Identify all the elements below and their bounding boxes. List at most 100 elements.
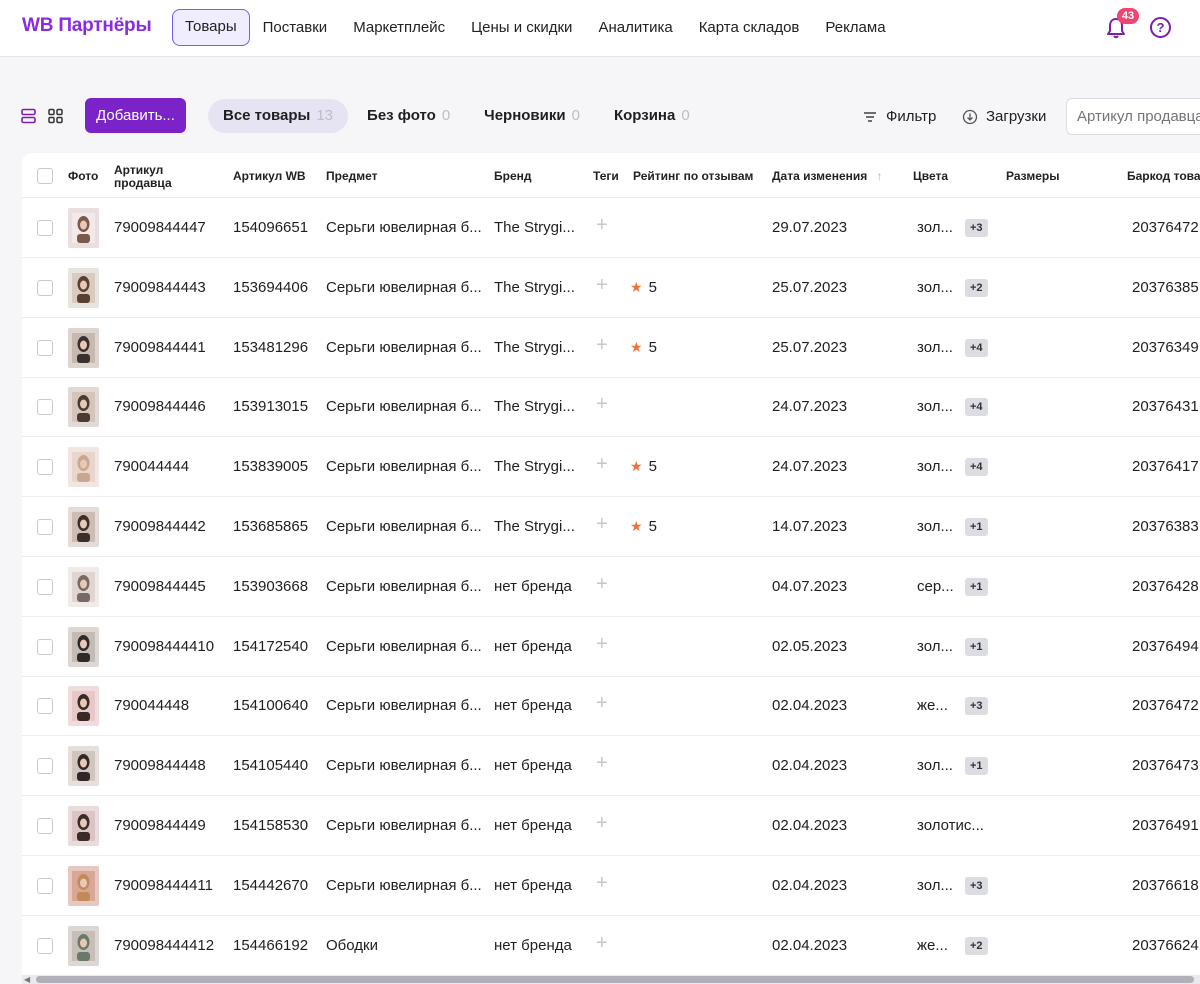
table-row[interactable]: 79009844449 154158530 Серьги ювелирная б..…	[22, 796, 1200, 856]
add-tag-icon[interactable]: +	[596, 692, 608, 715]
row-checkbox[interactable]	[37, 459, 53, 476]
scroll-left-icon[interactable]: ◀	[24, 975, 30, 984]
add-tag-icon[interactable]: +	[596, 932, 608, 955]
wb-sku[interactable]: 153913015	[233, 398, 308, 415]
product-photo[interactable]	[68, 507, 99, 547]
col-changed[interactable]: Дата изменения ↑	[772, 170, 883, 183]
product-photo[interactable]	[68, 267, 99, 308]
add-tag-icon[interactable]: +	[596, 573, 608, 596]
seller-sku[interactable]: 79009844441	[114, 339, 206, 356]
more-colors-badge[interactable]: +2	[965, 278, 988, 297]
filter-button[interactable]: Фильтр	[862, 108, 936, 125]
table-row[interactable]: 79009844447 154096651 Серьги ювелирная б..…	[22, 198, 1200, 258]
wb-sku[interactable]: 154100640	[233, 697, 308, 714]
search-input[interactable]	[1066, 98, 1200, 135]
nav-item-ads[interactable]: Реклама	[812, 9, 898, 46]
nav-item-analytics[interactable]: Аналитика	[585, 9, 685, 46]
col-brand[interactable]: Бренд	[494, 170, 532, 183]
col-wb-sku[interactable]: Артикул WB	[233, 170, 306, 183]
more-colors-badge[interactable]: +3	[965, 219, 988, 237]
row-checkbox[interactable]	[37, 877, 53, 894]
seller-sku[interactable]: 790098444412	[114, 937, 214, 954]
table-row[interactable]: 79009844441 153481296 Серьги ювелирная б..…	[22, 318, 1200, 378]
logo[interactable]: WB Партнёры	[22, 15, 152, 37]
row-checkbox[interactable]	[37, 279, 53, 296]
row-checkbox[interactable]	[37, 578, 53, 595]
col-barcode[interactable]: Баркод товар	[1127, 170, 1200, 183]
add-tag-icon[interactable]: +	[596, 274, 608, 297]
table-row[interactable]: 79009844446 153913015 Серьги ювелирная б..…	[22, 377, 1200, 438]
product-photo[interactable]	[68, 865, 99, 906]
add-tag-icon[interactable]: +	[596, 214, 608, 237]
table-row[interactable]: 790044448 154100640 Серьги ювелирная б... н…	[22, 676, 1200, 737]
more-colors-badge[interactable]: +1	[965, 518, 988, 536]
seller-sku[interactable]: 790098444410	[114, 638, 214, 655]
col-colors[interactable]: Цвета	[913, 170, 948, 183]
nav-item-warehouse-map[interactable]: Карта складов	[686, 9, 813, 46]
wb-sku[interactable]: 153903668	[233, 578, 308, 595]
table-row[interactable]: 79009844442 153685865 Серьги ювелирная б..…	[22, 497, 1200, 557]
add-tag-icon[interactable]: +	[596, 513, 608, 536]
row-checkbox[interactable]	[37, 758, 53, 775]
row-checkbox[interactable]	[37, 220, 53, 236]
nav-item-products[interactable]: Товары	[172, 9, 250, 46]
product-photo[interactable]	[68, 447, 99, 488]
col-rating[interactable]: Рейтинг по отзывам	[633, 170, 753, 183]
seller-sku[interactable]: 79009844447	[114, 219, 206, 236]
product-photo[interactable]	[68, 925, 99, 966]
table-row[interactable]: 79009844443 153694406 Серьги ювелирная б..…	[22, 258, 1200, 318]
wb-sku[interactable]: 154466192	[233, 937, 308, 954]
grid-view-icon[interactable]	[48, 108, 63, 124]
table-row[interactable]: 79009844448 154105440 Серьги ювелирная б..…	[22, 736, 1200, 797]
add-tag-icon[interactable]: +	[596, 812, 608, 835]
add-button[interactable]: Добавить...	[85, 98, 186, 133]
table-row[interactable]: 790098444412 154466192 Ободки нет бренда +02…	[22, 916, 1200, 976]
scrollbar-thumb[interactable]	[36, 976, 1194, 983]
col-subject[interactable]: Предмет	[326, 170, 378, 183]
horizontal-scrollbar[interactable]: ◀	[22, 975, 1200, 984]
add-tag-icon[interactable]: +	[596, 633, 608, 656]
product-photo[interactable]	[68, 566, 99, 607]
product-photo[interactable]	[68, 626, 99, 667]
wb-sku[interactable]: 154442670	[233, 877, 308, 894]
col-sizes[interactable]: Размеры	[1006, 170, 1059, 183]
tab-no-photo[interactable]: Без фото 0	[352, 99, 465, 133]
wb-sku[interactable]: 154096651	[233, 219, 308, 236]
wb-sku[interactable]: 154172540	[233, 638, 308, 655]
row-checkbox[interactable]	[37, 519, 53, 535]
row-checkbox[interactable]	[37, 339, 53, 356]
seller-sku[interactable]: 790044448	[114, 697, 189, 714]
product-photo[interactable]	[68, 208, 99, 248]
wb-sku[interactable]: 154158530	[233, 817, 308, 834]
nav-item-marketplace[interactable]: Маркетплейс	[340, 9, 458, 46]
table-row[interactable]: 790044444 153839005 Серьги ювелирная б... T…	[22, 437, 1200, 498]
add-tag-icon[interactable]: +	[596, 393, 608, 416]
more-colors-badge[interactable]: +3	[965, 876, 988, 895]
row-checkbox[interactable]	[37, 399, 53, 416]
seller-sku[interactable]: 79009844446	[114, 398, 206, 415]
wb-sku[interactable]: 153685865	[233, 518, 308, 535]
nav-item-supplies[interactable]: Поставки	[250, 9, 341, 46]
tab-trash[interactable]: Корзина 0	[599, 99, 705, 133]
row-checkbox[interactable]	[37, 638, 53, 655]
more-colors-badge[interactable]: +3	[965, 697, 988, 716]
seller-sku[interactable]: 79009844448	[114, 757, 206, 774]
row-checkbox[interactable]	[37, 698, 53, 715]
row-checkbox[interactable]	[37, 818, 53, 834]
downloads-button[interactable]: Загрузки	[962, 108, 1046, 125]
product-photo[interactable]	[68, 806, 99, 846]
add-tag-icon[interactable]: +	[596, 872, 608, 895]
product-photo[interactable]	[68, 746, 99, 787]
wb-sku[interactable]: 153481296	[233, 339, 308, 356]
more-colors-badge[interactable]: +2	[965, 936, 988, 955]
add-tag-icon[interactable]: +	[596, 334, 608, 357]
nav-item-prices[interactable]: Цены и скидки	[458, 9, 585, 46]
product-photo[interactable]	[68, 327, 99, 368]
add-tag-icon[interactable]: +	[596, 752, 608, 775]
col-seller-sku[interactable]: Артикул продавца	[114, 164, 194, 190]
table-row[interactable]: 790098444411 154442670 Серьги ювелирная б.…	[22, 856, 1200, 916]
tab-all-products[interactable]: Все товары 13	[208, 99, 349, 133]
more-colors-badge[interactable]: +1	[965, 757, 988, 776]
more-colors-badge[interactable]: +1	[965, 577, 988, 596]
more-colors-badge[interactable]: +4	[965, 398, 988, 417]
